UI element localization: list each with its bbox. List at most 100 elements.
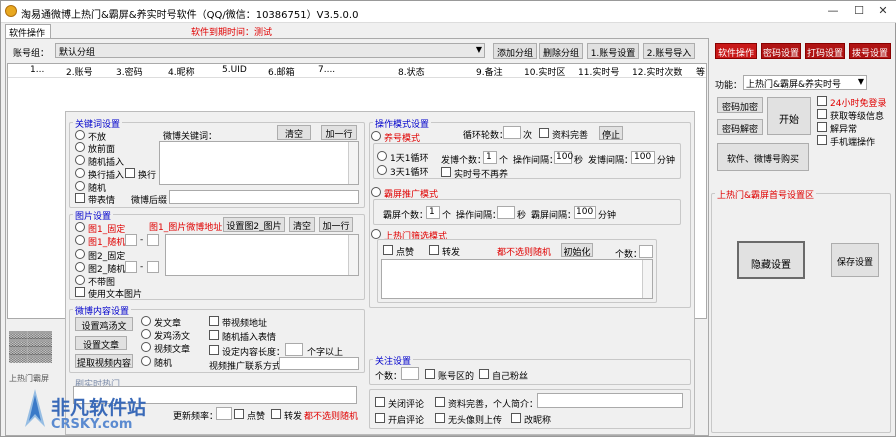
img2-min-input[interactable] [125,261,137,273]
radio-video-article[interactable] [141,342,151,352]
img1-max-input[interactable] [147,234,159,246]
stop-button[interactable]: 停止 [599,126,623,140]
add-group-button[interactable]: 添加分组 [493,43,537,59]
rt-like-checkbox[interactable] [234,409,244,419]
radio-post-article[interactable] [141,316,151,326]
account-group-select[interactable]: 默认分组 ▼ [55,43,485,58]
no-login-24h-checkbox[interactable] [817,96,827,106]
radio-random-insert[interactable] [75,155,85,165]
col-header[interactable]: 5.UID [222,65,247,75]
own-fans-checkbox[interactable] [479,369,489,379]
random-emoji-checkbox[interactable] [209,330,219,340]
follow-count-input[interactable] [401,367,419,380]
radio-hot-filter-mode[interactable] [371,229,381,239]
video-url-checkbox[interactable] [209,316,219,326]
content-length-input[interactable] [285,343,303,356]
radio-label: 发文章 [154,319,182,329]
extract-video-button[interactable]: 提取视频内容 [75,354,133,368]
buy-software-button[interactable]: 软件、微博号购买 [717,143,809,171]
radio-3day-cycle[interactable] [377,165,387,175]
decrypt-password-button[interactable]: 密码解密 [717,119,763,135]
bio-input[interactable] [537,393,683,408]
clear-keyword-button[interactable]: 清空 [277,125,311,140]
dominate-send-input[interactable]: 100 [574,206,596,219]
radio-img2-fixed[interactable] [75,249,85,259]
radio-1day-cycle[interactable] [377,151,387,161]
tab-software-operation[interactable]: 软件操作 [5,24,51,39]
image-url-textarea[interactable] [165,234,359,276]
tab-software-op[interactable]: 软件操作 [715,43,757,59]
fetch-level-checkbox[interactable] [817,109,827,119]
account-settings-button[interactable]: 1.账号设置 [587,43,639,59]
radio-nurture-mode[interactable] [371,131,381,141]
newline-checkbox[interactable] [125,168,135,178]
img2-max-input[interactable] [147,261,159,273]
radio-content-random[interactable] [141,356,151,366]
scrollbar[interactable] [348,142,358,184]
hide-settings-button[interactable]: 隐藏设置 [737,241,805,279]
complete-profile2-checkbox[interactable] [435,397,445,407]
img1-min-input[interactable] [125,234,137,246]
function-select[interactable]: 上热门&霸屏&养实时号 ▼ [743,75,867,90]
hot-filter-textarea[interactable] [381,259,653,299]
count-input[interactable] [639,245,653,258]
radio-random[interactable] [75,181,85,191]
tab-password-settings[interactable]: 密码设置 [761,43,801,59]
radio-front[interactable] [75,142,85,152]
tab-dial-settings[interactable]: 拨号设置 [849,43,891,59]
account-zone-checkbox[interactable] [425,369,435,379]
radio-img1-fixed[interactable] [75,222,85,232]
send-count-input[interactable]: 1 [483,151,497,164]
add-image-line-button[interactable]: 加一行 [319,217,353,232]
radio-no-insert[interactable] [75,130,85,140]
encrypt-password-button[interactable]: 密码加密 [717,97,763,113]
suffix-input[interactable] [169,190,359,204]
col-header[interactable]: 1... [30,65,44,75]
cycles-input[interactable] [503,126,521,139]
rt-forward-checkbox[interactable] [271,409,281,419]
radio-img2-random[interactable] [75,262,85,272]
minimize-button[interactable]: — [821,4,845,20]
tab-captcha-settings[interactable]: 打码设置 [805,43,845,59]
no-realtime-checkbox[interactable] [441,167,451,177]
close-button[interactable]: ✕ [871,4,895,20]
save-settings-button[interactable]: 保存设置 [831,243,879,277]
clear-image-button[interactable]: 清空 [289,217,315,232]
open-comments-checkbox[interactable] [375,413,385,423]
delete-group-button[interactable]: 删除分组 [539,43,583,59]
col-header[interactable]: 7.... [318,65,335,75]
radio-img1-random[interactable] [75,235,85,245]
video-contact-input[interactable] [279,357,359,370]
send-interval-input[interactable]: 100 [631,151,655,164]
set-img2-button[interactable]: 设置图2_图片 [223,217,285,232]
dominate-count-input[interactable]: 1 [426,206,440,219]
complete-profile-checkbox[interactable] [539,128,549,138]
set-article-button[interactable]: 设置文章 [75,336,127,350]
radio-post-soup[interactable] [141,329,151,339]
change-nickname-checkbox[interactable] [511,413,521,423]
radio-no-image[interactable] [75,275,85,285]
forward-checkbox[interactable] [429,245,439,255]
radio-dominate-mode[interactable] [371,187,381,197]
maximize-button[interactable]: ☐ [847,4,871,20]
interval-input[interactable]: 100 [554,151,573,164]
initialize-button[interactable]: 初始化 [561,243,593,257]
account-import-button[interactable]: 2.账号导入 [643,43,695,59]
fix-abnormal-checkbox[interactable] [817,122,827,132]
scrollbar[interactable] [642,260,652,298]
upload-avatar-checkbox[interactable] [435,413,445,423]
add-keyword-line-button[interactable]: 加一行 [321,125,357,140]
mobile-operation-checkbox[interactable] [817,135,827,145]
set-chicken-soup-button[interactable]: 设置鸡汤文 [75,317,133,331]
like-checkbox[interactable] [383,245,393,255]
text-image-checkbox[interactable] [75,287,85,297]
content-length-checkbox[interactable] [209,345,219,355]
dominate-interval-input[interactable] [497,206,515,219]
keyword-textarea[interactable] [159,141,359,185]
radio-newline-insert[interactable] [75,168,85,178]
start-button[interactable]: 开始 [767,97,811,135]
update-freq-input[interactable] [216,407,232,420]
scrollbar[interactable] [348,235,358,275]
emoji-checkbox[interactable] [75,193,85,203]
close-comments-checkbox[interactable] [375,397,385,407]
